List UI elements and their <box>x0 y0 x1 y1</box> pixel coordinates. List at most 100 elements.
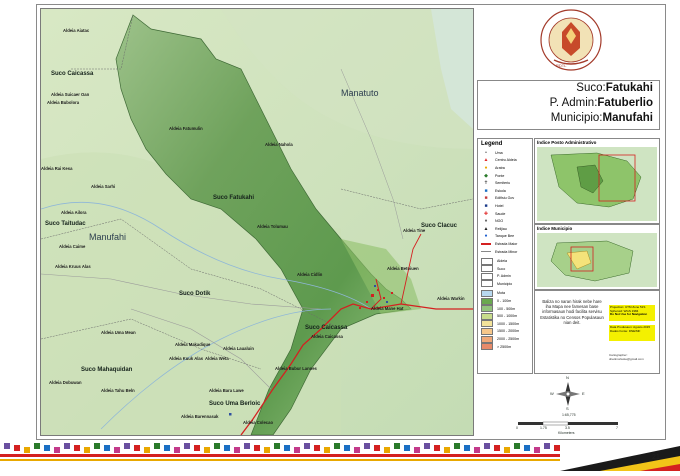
legend-elevation-label: 1500 - 2000m <box>497 329 520 334</box>
legend-symbol-icon <box>481 241 491 246</box>
tais-motif <box>74 445 80 451</box>
village-label: Aldeia Uma Mean <box>101 330 136 335</box>
legend-elevation-item: Mota <box>478 289 532 298</box>
legend-swatch <box>481 272 493 280</box>
legend-item: ● Aratra <box>478 164 532 172</box>
legend-areas-item: Suco <box>478 265 532 273</box>
tais-motif <box>244 443 250 449</box>
info-panel: Baliza no naran hirak nebe hare iha Mapa… <box>534 290 660 374</box>
suco-label: Suco Fatukahi <box>213 195 255 201</box>
suco-label: Suco Taitudac <box>45 221 86 227</box>
legend-item: ■ Hotel <box>478 202 532 210</box>
suco-label: Suco Caicassa <box>51 71 94 77</box>
tais-motif <box>234 447 240 453</box>
legend-elevation-label: > 2500m <box>497 344 512 349</box>
village-label: Aldeia Kuuk Alas <box>169 356 204 361</box>
legend-symbol-icon: ▲ <box>483 225 489 232</box>
village-label: Aldeia Barennasak <box>181 414 219 419</box>
tais-motif <box>4 443 10 449</box>
tais-motif <box>164 445 170 451</box>
map-sheet: Manatuto Manufahi Suco Caicassa Suco Fat… <box>0 0 680 471</box>
tais-motif <box>464 445 470 451</box>
tais-motif <box>54 447 60 453</box>
tais-motif <box>474 447 480 453</box>
tais-motif <box>44 445 50 451</box>
legend-elevation-label: 2000 - 2500m <box>497 337 520 342</box>
padmin-title-value: Fatuberlio <box>597 97 653 109</box>
scale-ratio: 1:65,775 <box>562 413 576 417</box>
tais-motif <box>134 445 140 451</box>
title-box: Suco:Fatukahi P. Admin:Fatuberlio Munici… <box>477 80 660 130</box>
compass-w: W <box>550 391 554 396</box>
tais-motif <box>354 447 360 453</box>
legend-symbol-icon: ● <box>484 233 488 240</box>
village-label: Aldeia Bubolora <box>47 100 80 105</box>
suco-title-label: Suco: <box>576 82 606 94</box>
suco-title-value: Fatukahi <box>605 82 653 94</box>
village-label: Aldeia Weta <box>205 356 229 361</box>
legend-item-label: Estrada Maior <box>495 241 518 246</box>
suco-label: Suco Caicassa <box>305 325 348 331</box>
tais-motif <box>524 445 530 451</box>
compass-s: S <box>566 406 569 411</box>
legend-elevation-item: > 2500m <box>478 343 532 351</box>
inset-municipio-title: Índice Municipio <box>537 226 573 231</box>
legend-elevation-label: Mota <box>497 291 505 296</box>
legend-item-label: Eskola <box>495 188 506 193</box>
village-label: Aldeia Aiatac <box>63 28 90 33</box>
tais-motif <box>224 445 230 451</box>
region-label: Manatuto <box>341 88 379 98</box>
tais-motif <box>264 447 270 453</box>
tais-motif <box>84 447 90 453</box>
legend-swatch <box>481 257 493 265</box>
tais-motif <box>34 443 40 449</box>
village-label: Aldeia Ailora <box>61 210 87 215</box>
tais-motif <box>544 443 550 449</box>
legend-areas-label: Aldeia <box>497 259 507 264</box>
legend-swatch <box>481 297 493 305</box>
page-number: 21 <box>652 454 660 461</box>
inset-posto[interactable]: Índice Posto Administrativo <box>534 138 660 224</box>
tais-motif <box>24 447 30 453</box>
disclaimer-text: Baliza no naran hirak nebe hare iha Mapa… <box>540 299 604 325</box>
tais-motif <box>514 443 520 449</box>
tais-motif <box>454 443 460 449</box>
tais-motif <box>114 447 120 453</box>
main-map[interactable]: Manatuto Manufahi Suco Caicassa Suco Fat… <box>40 8 474 436</box>
tais-motif <box>304 443 310 449</box>
village-label: Aldeia Tine <box>403 228 426 233</box>
village-label: Aldeia Mane Hat <box>371 306 404 311</box>
legend-heading: Legend <box>481 141 503 147</box>
legend-symbol-icon: ● <box>484 164 488 171</box>
legend-item-label: Edifisiu Gov <box>495 196 515 201</box>
tais-motif <box>424 443 430 449</box>
legend-item-label: Semiteriu <box>495 181 511 186</box>
legend-swatch <box>481 305 493 313</box>
legend-item: ✚ Saude <box>478 210 532 218</box>
legend-item-label: Relijiau <box>495 226 507 231</box>
legend-elevation-label: 1000 - 1500m <box>497 321 520 326</box>
projection-box: Projection: UTM Zone 51S Spheroid: WGS 1… <box>609 305 655 321</box>
village-label: Aldeia Suicaer Oan <box>51 92 90 97</box>
village-label: Aldeia Cidlin <box>297 272 323 277</box>
legend-item: ■ Eskola <box>478 187 532 195</box>
inset-municipio[interactable]: Índice Municipio <box>534 224 660 290</box>
village-label: Aldeia Nahola <box>265 142 293 147</box>
tais-motif <box>64 443 70 449</box>
tais-band <box>0 459 560 461</box>
cartographer-credit: Cartographer: dnetimorleste@gmail.com <box>609 353 644 361</box>
tais-motif <box>414 447 420 453</box>
legend-elevation-item: 100 - 500m <box>478 305 532 313</box>
village-label: Aldeia Sarhi <box>91 184 116 189</box>
village-label: Aldeia Makadique <box>175 342 211 347</box>
village-label: Aldeia Bara Lawe <box>209 388 244 393</box>
compass-n: N <box>566 375 569 380</box>
tais-motif <box>284 445 290 451</box>
tais-motif <box>214 443 220 449</box>
decorative-footer <box>0 440 680 471</box>
tais-motif <box>554 445 560 451</box>
legend-swatch <box>481 327 493 335</box>
tais-motif <box>324 447 330 453</box>
legend-areas-item: P. Admin <box>478 272 532 281</box>
scale-tick: 7 <box>616 426 618 430</box>
